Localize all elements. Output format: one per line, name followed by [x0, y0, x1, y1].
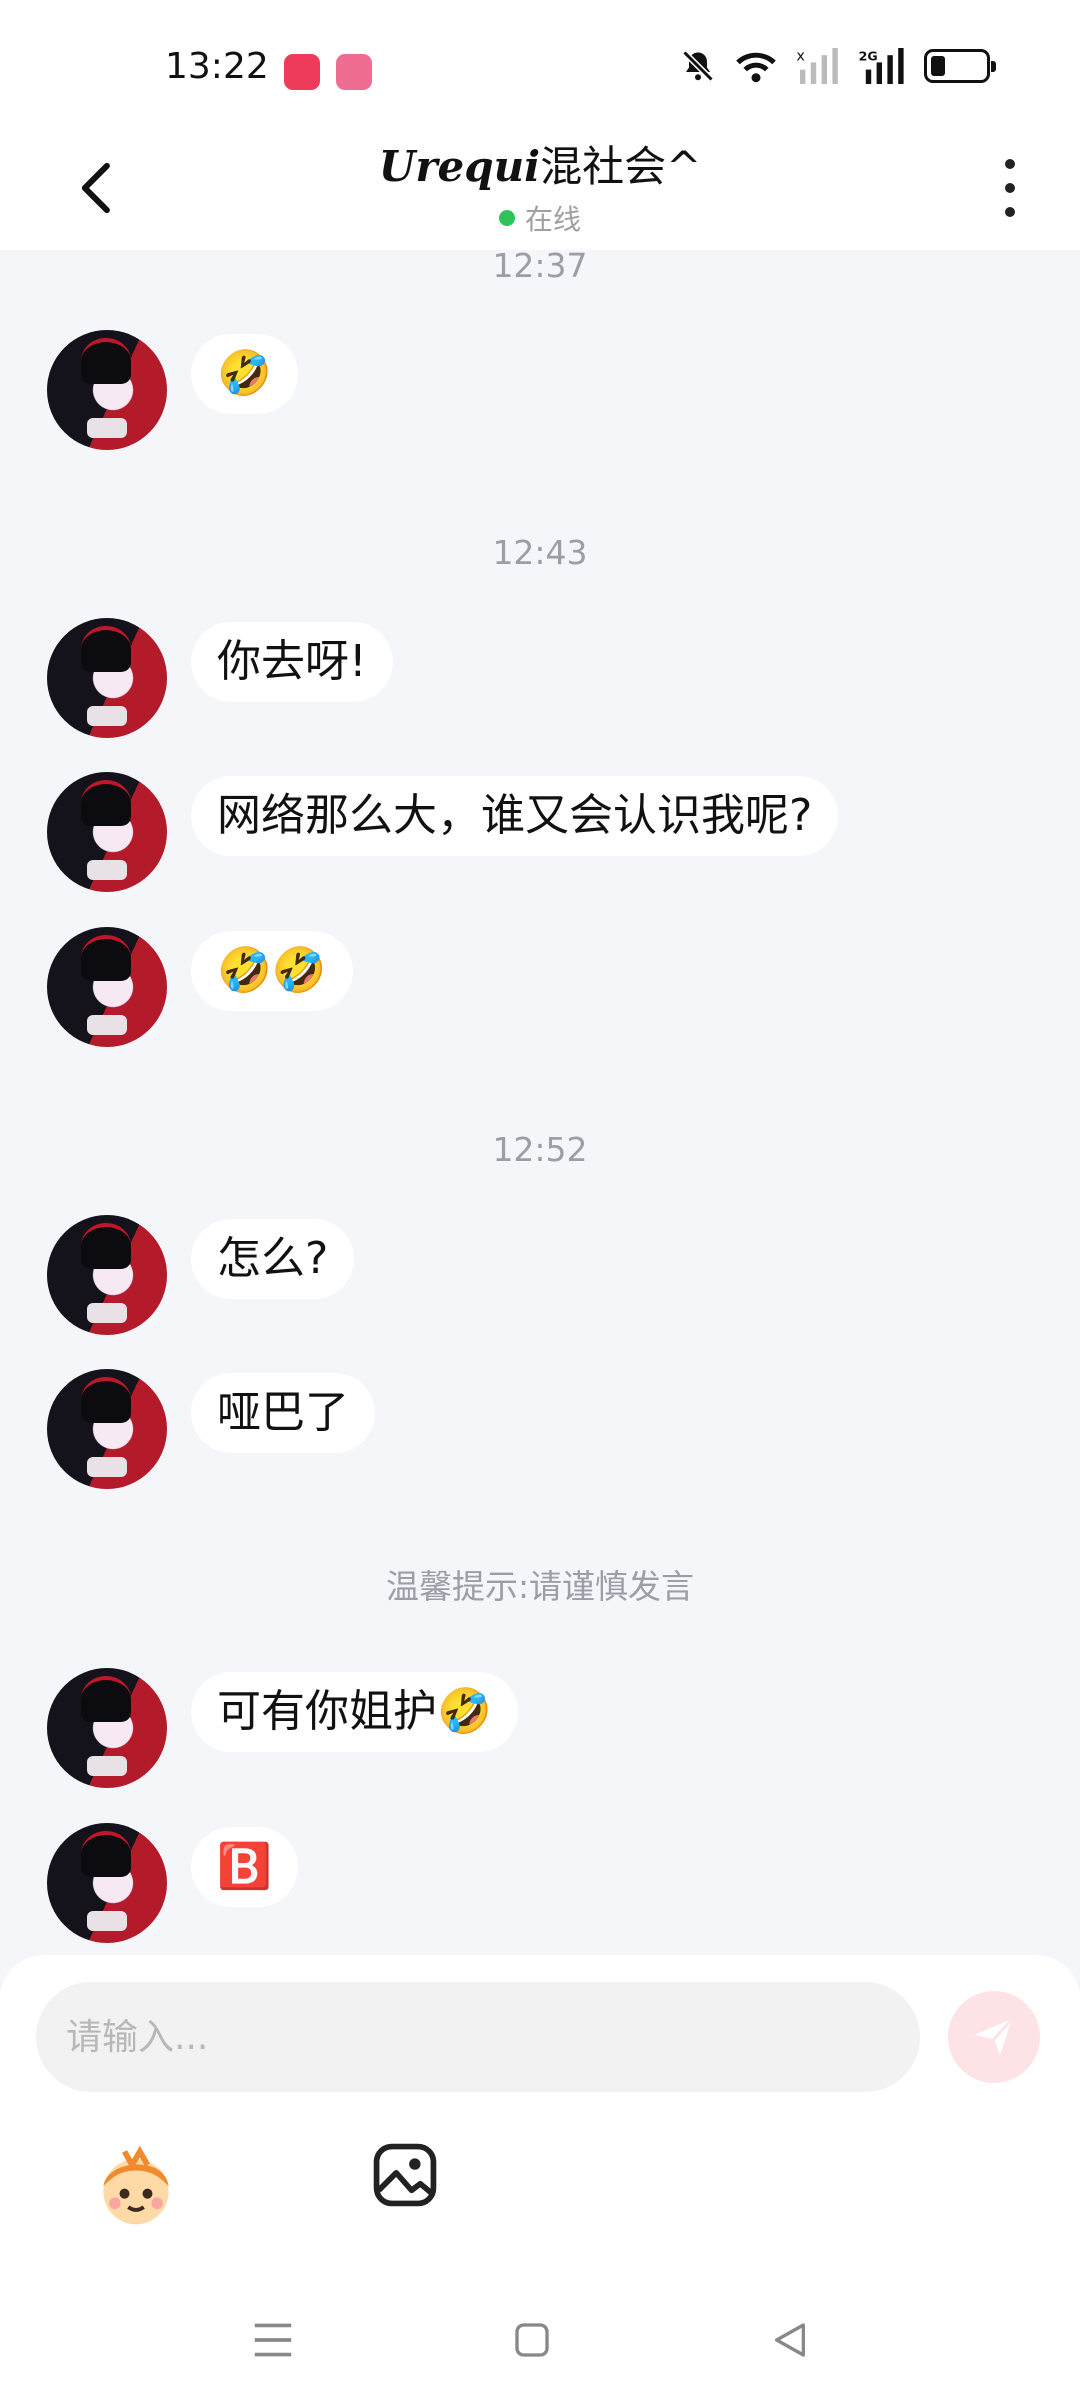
signal-icon: x [796, 48, 838, 84]
more-dot [1005, 183, 1015, 193]
back-triangle-icon [775, 2323, 805, 2357]
message-row: 网络那么大，谁又会认识我呢? [47, 772, 839, 892]
message-bubble[interactable]: 🅱️ [191, 1827, 298, 1907]
online-status-label: 在线 [524, 203, 581, 236]
app-notification-icon [284, 54, 320, 90]
send-button[interactable] [948, 1991, 1040, 2083]
avatar[interactable] [47, 1369, 167, 1489]
avatar[interactable] [47, 927, 167, 1047]
message-bubble[interactable]: 可有你姐护🤣 [191, 1672, 518, 1752]
message-input[interactable] [36, 1982, 920, 2092]
svg-text:x: x [796, 49, 805, 65]
message-bubble[interactable]: 🤣 [191, 334, 298, 414]
menu-icon [254, 2323, 292, 2357]
chat-title-rest: 混社会^ [540, 142, 702, 191]
more-options-button[interactable] [990, 153, 1030, 223]
message-row: 哑巴了 [47, 1369, 375, 1489]
avatar[interactable] [47, 330, 167, 450]
status-bar: 13:22 x 2G [0, 0, 1080, 125]
more-dot [1005, 159, 1015, 169]
wifi-icon [736, 52, 776, 83]
send-icon [974, 2017, 1014, 2055]
avatar[interactable] [47, 772, 167, 892]
chat-messages[interactable]: 12:37 🤣 12:43 你去呀! 网络那么大，谁又会认识我呢? 🤣🤣 12:… [0, 250, 1080, 1960]
nav-back-button[interactable] [760, 2310, 820, 2370]
chat-title: Urequi混社会^ [0, 133, 1080, 194]
online-status: 在线 [498, 198, 581, 238]
timestamp: 12:52 [492, 1130, 588, 1169]
chat-header: Urequi混社会^ 在线 [0, 125, 1080, 250]
message-bubble[interactable]: 怎么? [191, 1219, 355, 1299]
home-square-icon [515, 2323, 549, 2357]
timestamp: 12:37 [492, 250, 588, 285]
bilibili-notification-icon [336, 54, 372, 90]
timestamp: 12:43 [492, 533, 588, 572]
safety-tip: 温馨提示:请谨慎发言 [385, 1567, 695, 1606]
message-bubble[interactable]: 🤣🤣 [191, 931, 353, 1011]
message-bubble[interactable]: 哑巴了 [191, 1373, 375, 1453]
message-row: 🤣🤣 [47, 927, 353, 1047]
online-dot [498, 210, 515, 226]
chat-title-area: Urequi混社会^ 在线 [0, 133, 1080, 238]
more-dot [1005, 207, 1015, 217]
battery-icon [924, 49, 996, 83]
avatar[interactable] [47, 1823, 167, 1943]
battery-level [931, 56, 945, 76]
nav-menu-button[interactable] [243, 2310, 303, 2370]
message-row: 🤣 [47, 330, 298, 450]
avatar[interactable] [47, 1668, 167, 1788]
nav-home-button[interactable] [502, 2310, 562, 2370]
signal-2g-icon: 2G [859, 48, 904, 84]
message-bubble[interactable]: 网络那么大，谁又会认识我呢? [191, 776, 839, 856]
message-row: 🅱️ [47, 1823, 298, 1943]
chat-title-stylized: Urequi [378, 142, 541, 191]
svg-text:2G: 2G [859, 49, 878, 64]
status-time: 13:22 [165, 46, 269, 87]
message-row: 你去呀! [47, 618, 393, 738]
message-bubble[interactable]: 你去呀! [191, 622, 393, 702]
message-row: 怎么? [47, 1215, 355, 1335]
image-picker-button[interactable] [370, 2140, 440, 2210]
emoji-sticker-button[interactable] [90, 2140, 182, 2232]
system-nav-bar [0, 2290, 1080, 2400]
avatar[interactable] [47, 1215, 167, 1335]
avatar[interactable] [47, 618, 167, 738]
message-row: 可有你姐护🤣 [47, 1668, 518, 1788]
mute-bell-icon [682, 50, 714, 82]
